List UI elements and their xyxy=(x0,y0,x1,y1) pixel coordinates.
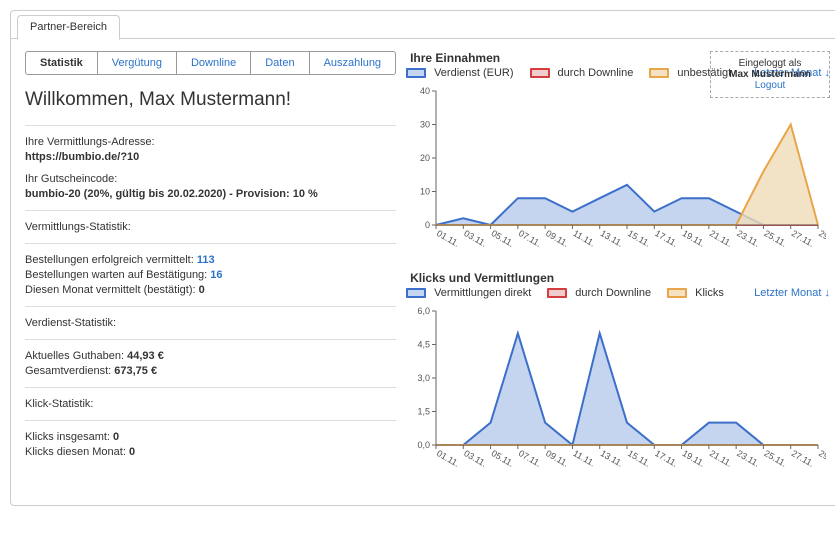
svg-text:09.11.: 09.11. xyxy=(544,448,570,469)
balance: Aktuelles Guthaben: 44,93 € xyxy=(25,350,396,362)
svg-text:23.11.: 23.11. xyxy=(735,228,761,249)
legend-swatch-orange xyxy=(649,68,669,78)
subnav-item-downline[interactable]: Downline xyxy=(177,51,251,75)
legend-label: Vermittlungen direkt xyxy=(434,287,531,299)
svg-text:11.11.: 11.11. xyxy=(571,228,597,249)
login-box: Eingeloggt als Max Mustermann Logout xyxy=(710,51,830,98)
svg-text:01.11.: 01.11. xyxy=(435,448,461,469)
svg-text:25.11.: 25.11. xyxy=(762,228,788,249)
welcome-heading: Willkommen, Max Mustermann! xyxy=(25,89,396,111)
svg-text:23.11.: 23.11. xyxy=(735,448,761,469)
svg-text:03.11.: 03.11. xyxy=(462,228,488,249)
right-column: Ihre Einnahmen Verdienst (EUR) durch Dow… xyxy=(406,51,830,491)
divider xyxy=(25,420,396,421)
svg-text:29.11.: 29.11. xyxy=(817,228,826,249)
partner-panel: Partner-Bereich Eingeloggt als Max Muste… xyxy=(10,10,835,506)
svg-text:10: 10 xyxy=(420,187,430,197)
svg-text:21.11.: 21.11. xyxy=(708,228,734,249)
logged-in-as-label: Eingeloggt als xyxy=(721,58,819,69)
svg-text:1,5: 1,5 xyxy=(418,407,431,417)
divider xyxy=(25,210,396,211)
subnav-item-statistik[interactable]: Statistik xyxy=(25,51,98,75)
svg-text:40: 40 xyxy=(420,86,430,96)
chart-svg: 01020304001.11.03.11.05.11.07.11.09.11.1… xyxy=(406,83,830,253)
legend-swatch-blue xyxy=(406,288,426,298)
svg-text:15.11.: 15.11. xyxy=(626,448,652,469)
subnav: StatistikVergütungDownlineDatenAuszahlun… xyxy=(25,51,396,75)
legend-label: Verdienst (EUR) xyxy=(434,67,513,79)
chart-svg: 0,0 1,5 3,0 4,5 6,0 01.11.03.11.05.11.07.11.0… xyxy=(406,303,830,473)
legend-label: durch Downline xyxy=(558,67,634,79)
svg-text:20: 20 xyxy=(420,153,430,163)
svg-text:01.11.: 01.11. xyxy=(435,228,461,249)
svg-text:4,5: 4,5 xyxy=(418,340,431,350)
orders-month: Diesen Monat vermittelt (bestätigt): 0 xyxy=(25,284,396,296)
clicks-month: Klicks diesen Monat: 0 xyxy=(25,446,396,458)
legend-swatch-red xyxy=(530,68,550,78)
chevron-down-icon: ↓ xyxy=(825,287,831,299)
tab-partner[interactable]: Partner-Bereich xyxy=(17,15,120,40)
svg-text:21.11.: 21.11. xyxy=(708,448,734,469)
divider xyxy=(25,243,396,244)
legend-label: durch Downline xyxy=(575,287,651,299)
orders-success: Bestellungen erfolgreich vermittelt: 113 xyxy=(25,254,396,266)
svg-text:0: 0 xyxy=(425,220,430,230)
legend-label: Klicks xyxy=(695,287,724,299)
legend-swatch-red xyxy=(547,288,567,298)
left-column: StatistikVergütungDownlineDatenAuszahlun… xyxy=(25,51,406,491)
subnav-item-vergütung[interactable]: Vergütung xyxy=(98,51,177,75)
chart-title: Klicks und Vermittlungen xyxy=(410,271,830,285)
svg-text:17.11.: 17.11. xyxy=(653,228,679,249)
svg-text:19.11.: 19.11. xyxy=(681,448,707,469)
chart-clicks: Klicks und Vermittlungen Vermittlungen d… xyxy=(406,271,830,473)
voucher-label: Ihr Gutscheincode: xyxy=(25,173,396,185)
svg-text:27.11.: 27.11. xyxy=(790,228,816,249)
logged-in-user: Max Mustermann xyxy=(721,69,819,80)
divider xyxy=(25,306,396,307)
svg-text:13.11.: 13.11. xyxy=(599,228,625,249)
tab-strip: Partner-Bereich xyxy=(11,11,835,39)
svg-text:29.11.: 29.11. xyxy=(817,448,826,469)
svg-text:15.11.: 15.11. xyxy=(626,228,652,249)
svg-text:05.11.: 05.11. xyxy=(490,228,516,249)
svg-text:17.11.: 17.11. xyxy=(653,448,679,469)
svg-text:09.11.: 09.11. xyxy=(544,228,570,249)
legend-swatch-blue xyxy=(406,68,426,78)
svg-text:0,0: 0,0 xyxy=(418,440,431,450)
referral-stats-title: Vermittlungs-Statistik: xyxy=(25,221,396,233)
time-range-select[interactable]: Letzter Monat ↓ xyxy=(754,287,830,299)
earn-stats-title: Verdienst-Statistik: xyxy=(25,317,396,329)
clicks-total: Klicks insgesamt: 0 xyxy=(25,431,396,443)
logout-link[interactable]: Logout xyxy=(721,80,819,91)
svg-text:19.11.: 19.11. xyxy=(681,228,707,249)
referral-url: https://bumbio.de/?10 xyxy=(25,151,396,163)
svg-text:07.11.: 07.11. xyxy=(517,448,543,469)
subnav-item-auszahlung[interactable]: Auszahlung xyxy=(310,51,397,75)
legend-swatch-orange xyxy=(667,288,687,298)
divider xyxy=(25,387,396,388)
svg-text:13.11.: 13.11. xyxy=(599,448,625,469)
voucher-value: bumbio-20 (20%, gültig bis 20.02.2020) -… xyxy=(25,188,396,200)
chart-legend: Vermittlungen direkt durch Downline Klic… xyxy=(406,287,830,299)
svg-text:6,0: 6,0 xyxy=(418,306,431,316)
referral-label: Ihre Vermittlungs-Adresse: xyxy=(25,136,396,148)
subnav-item-daten[interactable]: Daten xyxy=(251,51,309,75)
divider xyxy=(25,339,396,340)
total-earn: Gesamtverdienst: 673,75 € xyxy=(25,365,396,377)
svg-text:25.11.: 25.11. xyxy=(762,448,788,469)
click-stats-title: Klick-Statistik: xyxy=(25,398,396,410)
svg-text:11.11.: 11.11. xyxy=(571,448,597,469)
svg-text:03.11.: 03.11. xyxy=(462,448,488,469)
orders-pending: Bestellungen warten auf Bestätigung: 16 xyxy=(25,269,396,281)
svg-text:3,0: 3,0 xyxy=(418,373,431,383)
divider xyxy=(25,125,396,126)
svg-text:30: 30 xyxy=(420,120,430,130)
svg-text:05.11.: 05.11. xyxy=(490,448,516,469)
svg-text:27.11.: 27.11. xyxy=(790,448,816,469)
svg-text:07.11.: 07.11. xyxy=(517,228,543,249)
